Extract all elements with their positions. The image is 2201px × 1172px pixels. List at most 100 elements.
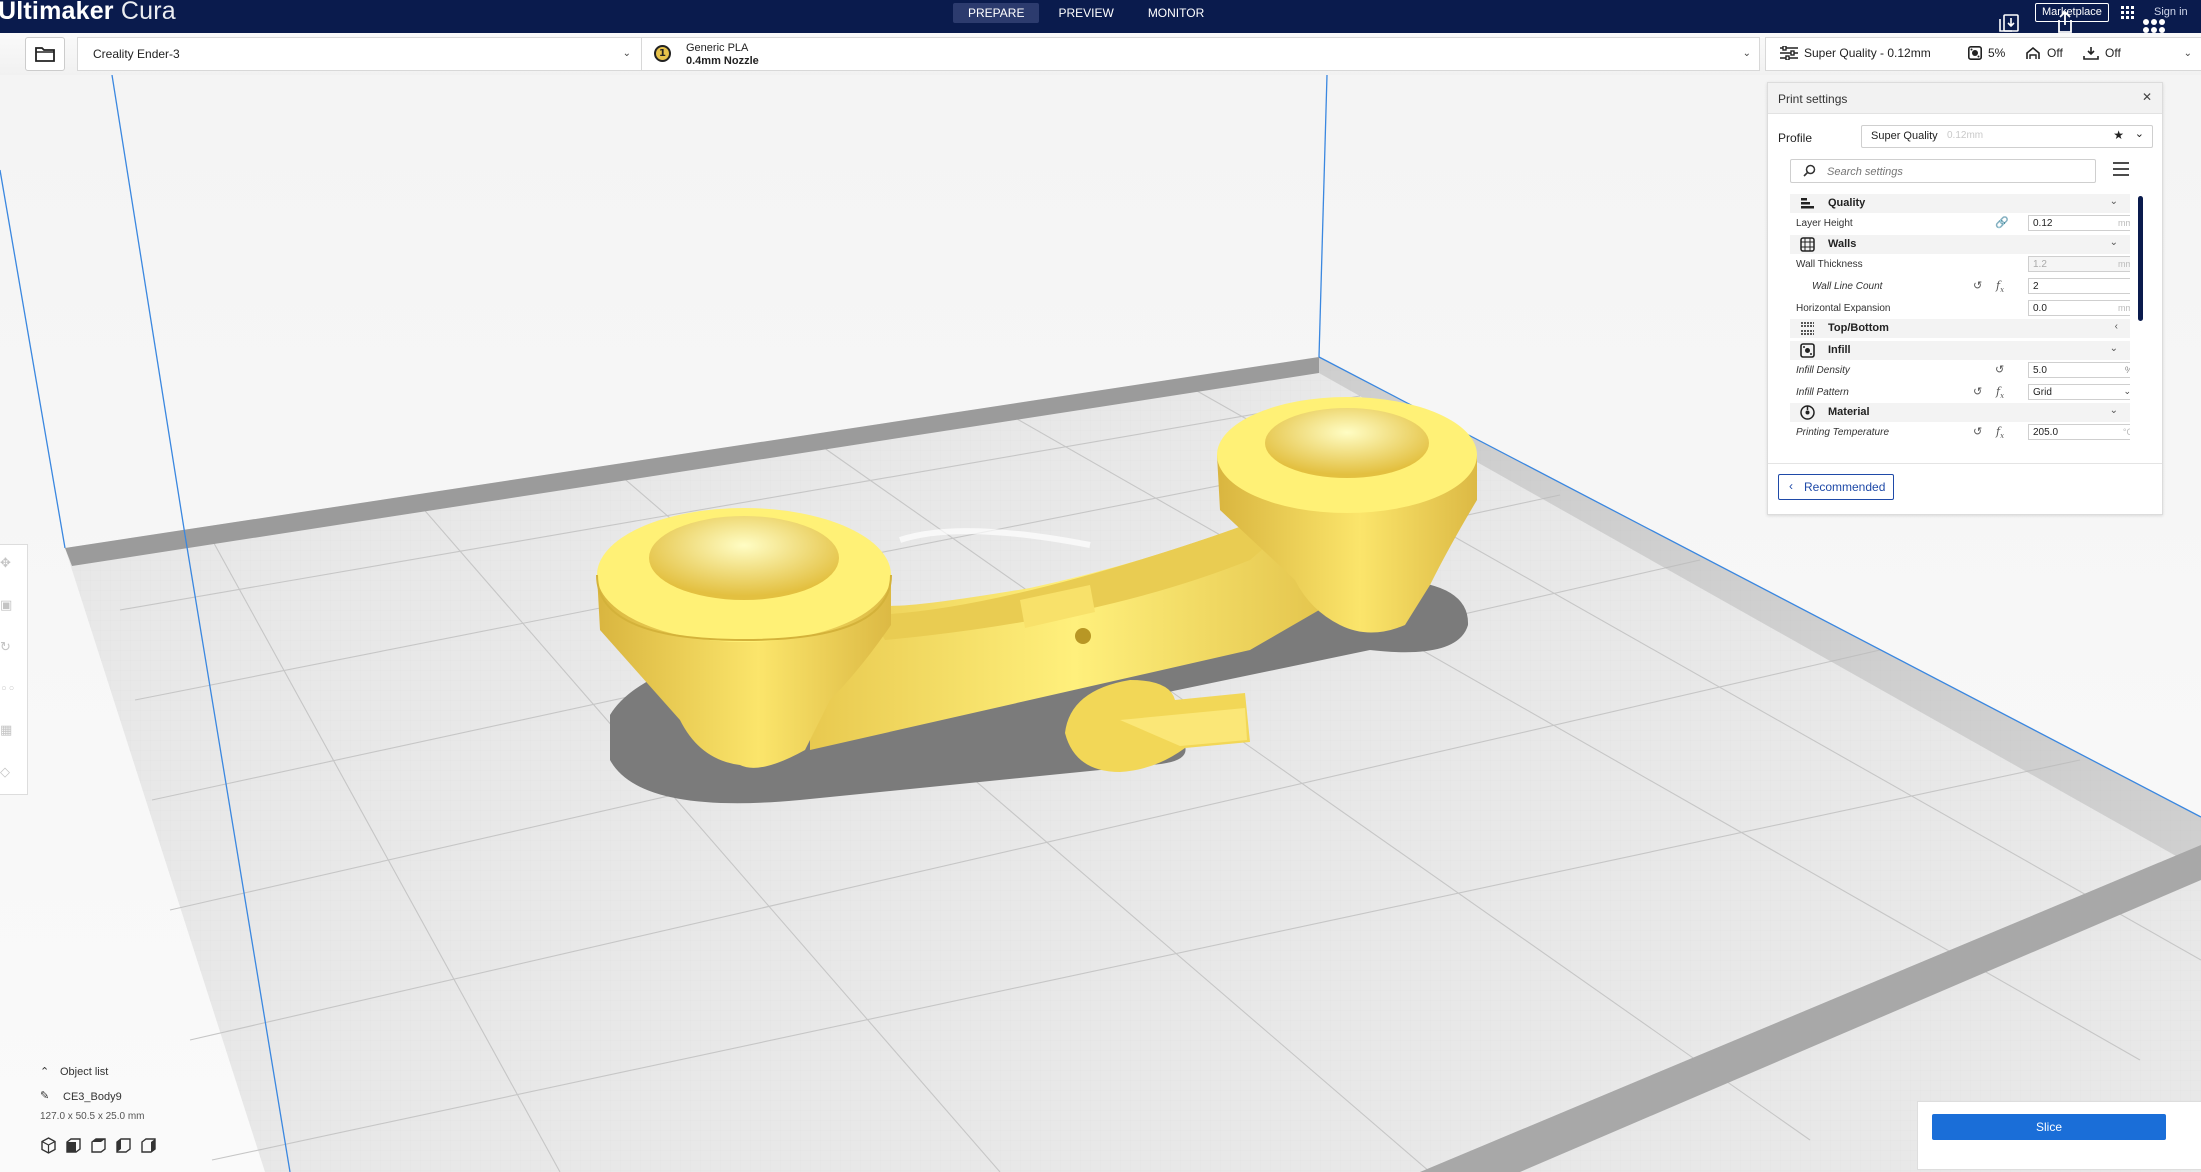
per-model-settings-icon[interactable]: ▦ [0, 723, 14, 738]
chevron-down-icon: ⌄ [622, 48, 631, 59]
slice-button[interactable]: Slice [1932, 1114, 2166, 1140]
function-icon[interactable]: fx [1996, 385, 2004, 400]
material-selector[interactable]: 1 Generic PLA 0.4mm Nozzle ⌄ [641, 37, 1760, 71]
printer-selector[interactable]: Creality Ender-3 ⌄ [77, 37, 642, 71]
tab-monitor[interactable]: MONITOR [1133, 3, 1219, 23]
setting-label: Infill Density [1796, 365, 1850, 376]
settings-scrollbar[interactable] [2138, 196, 2143, 321]
recommended-button[interactable]: ‹ Recommended [1778, 474, 1894, 500]
printing-temperature-input[interactable]: 205.0 °C [2028, 424, 2130, 440]
support-icon [2026, 46, 2040, 59]
reset-icon[interactable]: ↺ [1973, 425, 1982, 438]
star-icon[interactable]: ★ [2113, 128, 2124, 142]
material-icon [1800, 405, 1815, 420]
top-header: Ultimaker Cura PREPARE PREVIEW MONITOR M… [0, 0, 2201, 40]
digital-library-icon[interactable] [1998, 11, 2022, 33]
category-topbottom[interactable]: Top/Bottom ‹ [1790, 319, 2130, 338]
chevron-down-icon: ⌄ [2109, 343, 2118, 354]
mirror-tool-icon[interactable]: ◦◦ [0, 682, 15, 697]
settings-search[interactable] [1790, 159, 2096, 183]
setting-row: Infill Density ↺ 5.0 % [1790, 360, 2130, 382]
function-icon[interactable]: fx [1996, 425, 2004, 440]
function-icon[interactable]: fx [1996, 279, 2004, 294]
tab-preview[interactable]: PREVIEW [1043, 3, 1128, 23]
chevron-down-icon: ⌄ [2109, 237, 2118, 248]
reset-icon[interactable]: ↺ [1995, 363, 2004, 376]
infill-density-input[interactable]: 5.0 % [2028, 362, 2130, 378]
horizontal-expansion-input[interactable]: 0.0 mm [2028, 300, 2130, 316]
link-icon[interactable]: 🔗 [1995, 216, 2009, 229]
sliders-icon [1780, 46, 1798, 60]
setting-row: Layer Height 🔗 0.12 mm [1790, 213, 2130, 235]
setting-label: Printing Temperature [1796, 427, 1890, 438]
layer-height-input[interactable]: 0.12 mm [2028, 215, 2130, 231]
quality-icon [1801, 198, 1814, 209]
nozzle-size: 0.4mm Nozzle [686, 55, 759, 67]
search-input[interactable] [1825, 163, 2089, 181]
applications-grid-icon[interactable] [2121, 6, 2135, 20]
chevron-left-icon: ‹ [2114, 321, 2118, 332]
stage-tabs: PREPARE PREVIEW MONITOR [953, 3, 1219, 23]
walls-icon [1800, 237, 1815, 252]
material-name: Generic PLA [686, 42, 749, 54]
category-infill[interactable]: Infill ⌄ [1790, 341, 2130, 360]
chevron-down-icon: ⌄ [2109, 405, 2118, 416]
top-view-icon[interactable] [90, 1137, 107, 1154]
rotate-tool-icon[interactable]: ↻ [0, 640, 14, 655]
setting-row: Printing Temperature ↺ fx 205.0 °C [1790, 422, 2130, 444]
search-icon [1803, 164, 1816, 177]
object-dimensions: 127.0 x 50.5 x 25.0 mm [40, 1111, 145, 1122]
close-icon[interactable]: ✕ [2142, 90, 2152, 104]
setting-label: Layer Height [1796, 218, 1853, 229]
top-bottom-icon [1801, 322, 1814, 335]
category-material[interactable]: Material ⌄ [1790, 403, 2130, 422]
profile-dropdown[interactable]: Super Quality 0.12mm ★ ⌄ [1861, 125, 2153, 148]
action-panel: Slice [1917, 1101, 2201, 1170]
profile-layer-height: 0.12mm [1947, 130, 1984, 141]
folder-icon [35, 47, 55, 62]
support-blocker-icon[interactable]: ◇ [0, 765, 14, 780]
setting-row: Infill Pattern ↺ fx Grid ⌄ [1790, 382, 2130, 404]
profile-name: Super Quality [1871, 130, 1938, 142]
3d-view-icon[interactable] [40, 1137, 57, 1154]
object-list-toggle[interactable]: Object list [60, 1066, 108, 1078]
chevron-up-icon[interactable]: ⌃ [40, 1065, 49, 1078]
setting-label: Horizontal Expansion [1796, 303, 1891, 314]
reset-icon[interactable]: ↺ [1973, 385, 1982, 398]
setting-label: Wall Line Count [1812, 281, 1883, 292]
category-walls[interactable]: Walls ⌄ [1790, 235, 2130, 254]
print-settings-selector[interactable]: Super Quality - 0.12mm 5% Off Off ⌄ [1765, 37, 2201, 71]
adhesion-summary: Off [2105, 46, 2121, 60]
right-view-icon[interactable] [140, 1137, 157, 1154]
marketplace-button[interactable]: Marketplace [2035, 3, 2109, 22]
chevron-down-icon: ⌄ [2109, 196, 2118, 207]
infill-pattern-select[interactable]: Grid ⌄ [2028, 384, 2130, 400]
app-logo: Ultimaker Cura [0, 0, 176, 25]
profile-label: Profile [1778, 131, 1813, 145]
settings-list: Quality ⌄ Layer Height 🔗 0.12 mm Walls ⌄… [1790, 192, 2130, 460]
divider [1768, 463, 2162, 464]
camera-view-buttons [40, 1137, 157, 1154]
pencil-icon[interactable]: ✎ [40, 1089, 49, 1102]
front-view-icon[interactable] [65, 1137, 82, 1154]
settings-menu-icon[interactable] [2113, 162, 2129, 176]
move-tool-icon[interactable]: ✥ [0, 556, 14, 571]
setting-row: Wall Thickness 1.2 mm [1790, 254, 2130, 276]
sign-in-link[interactable]: Sign in [2154, 6, 2188, 18]
category-quality[interactable]: Quality ⌄ [1790, 194, 2130, 213]
setting-label: Infill Pattern [1796, 387, 1849, 398]
wall-thickness-input[interactable]: 1.2 mm [2028, 256, 2130, 272]
setting-row: Horizontal Expansion 0.0 mm [1790, 298, 2130, 320]
chevron-down-icon: ⌄ [2123, 386, 2130, 396]
extruder-badge: 1 [654, 45, 671, 62]
print-settings-panel: Print settings ✕ Profile Super Quality 0… [1767, 82, 2163, 515]
left-view-icon[interactable] [115, 1137, 132, 1154]
printer-name: Creality Ender-3 [93, 47, 180, 61]
scale-tool-icon[interactable]: ▣ [0, 598, 14, 613]
open-file-button[interactable] [25, 37, 65, 71]
wall-line-count-input[interactable]: 2 [2028, 278, 2130, 294]
infill-icon [1800, 343, 1815, 358]
tab-prepare[interactable]: PREPARE [953, 3, 1040, 23]
reset-icon[interactable]: ↺ [1973, 279, 1982, 292]
object-name[interactable]: CE3_Body9 [63, 1091, 122, 1103]
